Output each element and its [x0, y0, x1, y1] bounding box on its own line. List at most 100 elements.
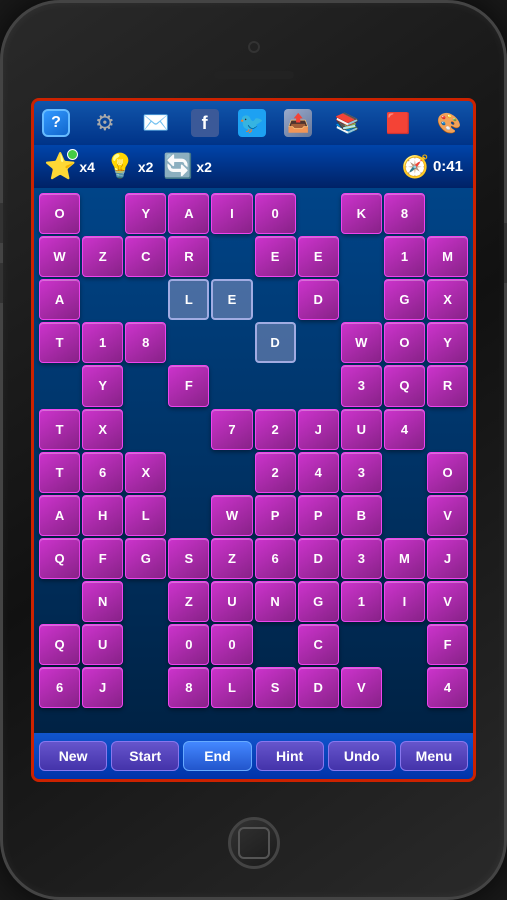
cell-1-8[interactable]: 1: [384, 236, 425, 277]
cell-10-0[interactable]: Q: [39, 624, 80, 665]
cell-5-4[interactable]: 7: [211, 409, 252, 450]
cell-11-7[interactable]: V: [341, 667, 382, 708]
cell-8-6[interactable]: D: [298, 538, 339, 579]
cell-2-9[interactable]: X: [427, 279, 468, 320]
cell-2-8[interactable]: G: [384, 279, 425, 320]
menu-button[interactable]: Menu: [400, 741, 468, 771]
cell-0-3[interactable]: A: [168, 193, 209, 234]
end-button[interactable]: End: [183, 741, 251, 771]
bulb-powerup[interactable]: 💡 x2: [105, 152, 153, 181]
cell-5-6[interactable]: J: [298, 409, 339, 450]
cell-0-7[interactable]: K: [341, 193, 382, 234]
cell-10-4[interactable]: 0: [211, 624, 252, 665]
cell-4-9[interactable]: R: [427, 365, 468, 406]
cell-5-1[interactable]: X: [82, 409, 123, 450]
undo-button[interactable]: Undo: [328, 741, 396, 771]
palette-icon[interactable]: 🎨: [433, 107, 465, 139]
cell-9-3[interactable]: Z: [168, 581, 209, 622]
cell-9-7[interactable]: 1: [341, 581, 382, 622]
cell-0-4[interactable]: I: [211, 193, 252, 234]
cell-2-0[interactable]: A: [39, 279, 80, 320]
cell-9-9[interactable]: V: [427, 581, 468, 622]
cell-6-2[interactable]: X: [125, 452, 166, 493]
cell-2-4[interactable]: E: [211, 279, 252, 320]
cell-3-2[interactable]: 8: [125, 322, 166, 363]
home-button[interactable]: [228, 817, 280, 869]
cell-1-5[interactable]: E: [255, 236, 296, 277]
refresh-powerup[interactable]: 🔄 x2: [163, 152, 211, 181]
cell-6-6[interactable]: 4: [298, 452, 339, 493]
cell-6-7[interactable]: 3: [341, 452, 382, 493]
cell-8-2[interactable]: G: [125, 538, 166, 579]
cell-8-5[interactable]: 6: [255, 538, 296, 579]
cell-10-3[interactable]: 0: [168, 624, 209, 665]
cell-11-1[interactable]: J: [82, 667, 123, 708]
cell-8-8[interactable]: M: [384, 538, 425, 579]
cell-2-3[interactable]: L: [168, 279, 209, 320]
cell-7-2[interactable]: L: [125, 495, 166, 536]
cell-8-0[interactable]: Q: [39, 538, 80, 579]
cell-3-7[interactable]: W: [341, 322, 382, 363]
cell-8-7[interactable]: 3: [341, 538, 382, 579]
cell-4-8[interactable]: Q: [384, 365, 425, 406]
cell-1-1[interactable]: Z: [82, 236, 123, 277]
cell-5-0[interactable]: T: [39, 409, 80, 450]
cell-5-8[interactable]: 4: [384, 409, 425, 450]
cell-7-0[interactable]: A: [39, 495, 80, 536]
cell-9-1[interactable]: N: [82, 581, 123, 622]
cell-10-1[interactable]: U: [82, 624, 123, 665]
cell-8-1[interactable]: F: [82, 538, 123, 579]
cell-6-0[interactable]: T: [39, 452, 80, 493]
cell-3-1[interactable]: 1: [82, 322, 123, 363]
cell-11-0[interactable]: 6: [39, 667, 80, 708]
cell-7-6[interactable]: P: [298, 495, 339, 536]
facebook-icon[interactable]: f: [191, 109, 219, 137]
cell-4-7[interactable]: 3: [341, 365, 382, 406]
cell-8-9[interactable]: J: [427, 538, 468, 579]
cell-4-1[interactable]: Y: [82, 365, 123, 406]
cell-0-0[interactable]: O: [39, 193, 80, 234]
cell-1-2[interactable]: C: [125, 236, 166, 277]
star-powerup[interactable]: ⭐ x4: [44, 151, 95, 182]
cell-10-6[interactable]: C: [298, 624, 339, 665]
cell-5-5[interactable]: 2: [255, 409, 296, 450]
cell-7-5[interactable]: P: [255, 495, 296, 536]
hint-button[interactable]: Hint: [256, 741, 324, 771]
cell-7-9[interactable]: V: [427, 495, 468, 536]
new-button[interactable]: New: [39, 741, 107, 771]
cell-7-4[interactable]: W: [211, 495, 252, 536]
cell-11-3[interactable]: 8: [168, 667, 209, 708]
cell-9-6[interactable]: G: [298, 581, 339, 622]
book-icon[interactable]: 📚: [331, 107, 363, 139]
mail-icon[interactable]: ✉️: [140, 107, 172, 139]
cell-11-9[interactable]: 4: [427, 667, 468, 708]
cell-11-6[interactable]: D: [298, 667, 339, 708]
cell-5-7[interactable]: U: [341, 409, 382, 450]
cell-8-4[interactable]: Z: [211, 538, 252, 579]
cell-1-3[interactable]: R: [168, 236, 209, 277]
twitter-icon[interactable]: 🐦: [238, 109, 266, 137]
cell-6-5[interactable]: 2: [255, 452, 296, 493]
cell-3-9[interactable]: Y: [427, 322, 468, 363]
cell-1-9[interactable]: M: [427, 236, 468, 277]
share-icon[interactable]: 📤: [284, 109, 312, 137]
cell-8-3[interactable]: S: [168, 538, 209, 579]
cell-11-4[interactable]: L: [211, 667, 252, 708]
cell-1-6[interactable]: E: [298, 236, 339, 277]
cell-9-8[interactable]: I: [384, 581, 425, 622]
cell-6-1[interactable]: 6: [82, 452, 123, 493]
volume-down-button[interactable]: [0, 263, 3, 303]
cell-9-5[interactable]: N: [255, 581, 296, 622]
help-icon[interactable]: ?: [42, 109, 70, 137]
cell-1-0[interactable]: W: [39, 236, 80, 277]
cell-3-0[interactable]: T: [39, 322, 80, 363]
cell-11-5[interactable]: S: [255, 667, 296, 708]
cell-0-5[interactable]: 0: [255, 193, 296, 234]
cell-10-9[interactable]: F: [427, 624, 468, 665]
cell-9-4[interactable]: U: [211, 581, 252, 622]
volume-up-button[interactable]: [0, 203, 3, 243]
cell-6-9[interactable]: O: [427, 452, 468, 493]
cell-4-3[interactable]: F: [168, 365, 209, 406]
start-button[interactable]: Start: [111, 741, 179, 771]
settings-icon[interactable]: ⚙: [89, 107, 121, 139]
